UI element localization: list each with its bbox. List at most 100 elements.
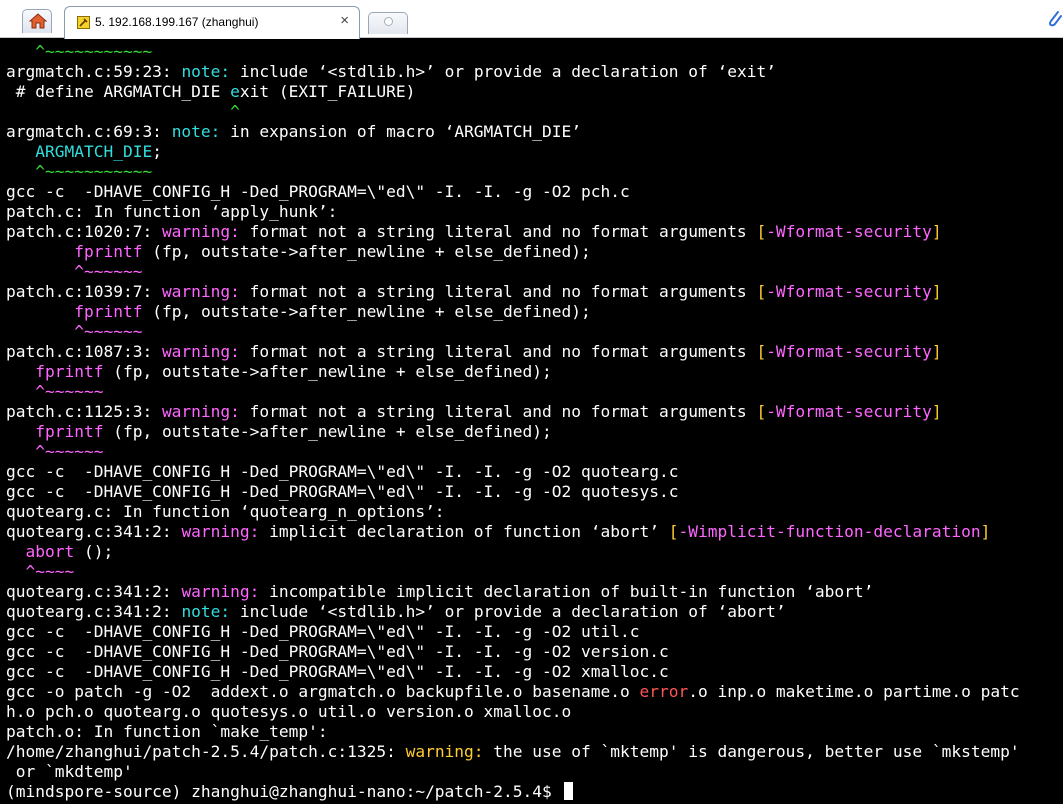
terminal-text: implicit declaration of function ‘abort’ [259,522,669,541]
terminal-line: gcc -c -DHAVE_CONFIG_H -Ded_PROGRAM=\"ed… [6,462,678,482]
terminal-text: patch.c:1087:3: [6,342,162,361]
terminal-line: patch.c:1125:3: warning: format not a st… [6,402,942,422]
terminal-text: ^~~~~~~~~~~~ [6,42,153,61]
terminal-text: warning: [161,342,240,361]
terminal-text: abort [25,542,75,561]
terminal-text: gcc -c -DHAVE_CONFIG_H -Ded_PROGRAM=\"ed… [6,622,640,641]
terminal-line: gcc -o patch -g -O2 addext.o argmatch.o … [6,682,1020,702]
terminal-output[interactable]: ^~~~~~~~~~~~ argmatch.c:59:23: note: incl… [0,38,1063,804]
terminal-text: (fp, outstate->after_newline + else_defi… [103,422,552,441]
terminal-text: ] [980,522,991,541]
terminal-text: ^~~~~~~ [6,262,143,281]
terminal-text: .o inp.o maketime.o partime.o patc [688,682,1020,701]
terminal-text: warning: [181,522,260,541]
terminal-text: -Wformat-security [766,402,932,421]
terminal-line: ^~~~~ [6,562,74,582]
terminal-line: ^ [6,102,240,122]
home-icon [29,13,47,29]
terminal-line: /home/zhanghui/patch-2.5.4/patch.c:1325:… [6,742,1020,762]
terminal-line: ^~~~~~~ [6,262,142,282]
terminal-text: error [639,682,689,701]
terminal-line: quotearg.c:341:2: warning: incompatible … [6,582,873,602]
terminal-text: warning: [161,222,240,241]
terminal-text: warning: [161,402,240,421]
terminal-text: /home/zhanghui/patch-2.5.4/patch.c:1325: [6,742,406,761]
terminal-line: or `mkdtemp' [6,762,133,782]
terminal-text: quotearg.c:341:2: [6,582,182,601]
terminal-text: fprintf [74,242,143,261]
terminal-text: include ‘<stdlib.h>’ or provide a declar… [230,62,776,81]
terminal-text: gcc -o patch -g -O2 addext.o argmatch.o … [6,682,640,701]
terminal-cursor [563,782,573,800]
terminal-text: note: [171,122,221,141]
terminal-text: e [230,82,240,101]
terminal-text: warning: [181,582,260,601]
terminal-text: patch.o: In function `make_temp': [6,722,328,741]
terminal-text: quotearg.c:341:2: [6,602,182,621]
terminal-text: ] [931,342,942,361]
terminal-text: argmatch.c:59:23: [6,62,182,81]
terminal-text: [ [756,282,767,301]
terminal-line: quotearg.c: In function ‘quotearg_n_opti… [6,502,445,522]
terminal-line: patch.c:1087:3: warning: format not a st… [6,342,942,362]
terminal-line: patch.c:1020:7: warning: format not a st… [6,222,942,242]
terminal-text: gcc -c -DHAVE_CONFIG_H -Ded_PROGRAM=\"ed… [6,642,669,661]
terminal-text: [ [756,222,767,241]
terminal-text: the use of `mktemp' is dangerous, better… [483,742,1020,761]
terminal-text: fprintf [35,362,104,381]
home-button[interactable] [22,9,52,33]
terminal-text: gcc -c -DHAVE_CONFIG_H -Ded_PROGRAM=\"ed… [6,662,669,681]
new-tab-button[interactable] [368,12,408,34]
terminal-text: fprintf [74,302,143,321]
terminal-line: argmatch.c:59:23: note: include ‘<stdlib… [6,62,776,82]
terminal-text: (fp, outstate->after_newline + else_defi… [142,242,591,261]
terminal-text: (fp, outstate->after_newline + else_defi… [103,362,552,381]
terminal-line: gcc -c -DHAVE_CONFIG_H -Ded_PROGRAM=\"ed… [6,482,678,502]
terminal-text: ] [931,222,942,241]
terminal-line: gcc -c -DHAVE_CONFIG_H -Ded_PROGRAM=\"ed… [6,622,639,642]
new-tab-icon [384,17,393,26]
terminal-text: format not a string literal and no forma… [239,342,757,361]
terminal-text: ] [931,282,942,301]
terminal-text: (); [74,542,114,561]
terminal-text: format not a string literal and no forma… [239,402,757,421]
terminal-text: patch.c:1125:3: [6,402,162,421]
paperclip-icon[interactable] [1046,8,1063,32]
terminal-text: gcc -c -DHAVE_CONFIG_H -Ded_PROGRAM=\"ed… [6,462,679,481]
terminal-text: warning: [161,282,240,301]
terminal-line: ^~~~~~~ [6,442,103,462]
terminal-text: in expansion of macro ‘ARGMATCH_DIE’ [220,122,582,141]
tab-session[interactable]: 5. 192.168.199.167 (zhanghui) × [64,6,360,39]
terminal-line: gcc -c -DHAVE_CONFIG_H -Ded_PROGRAM=\"ed… [6,182,630,202]
tab-title: 5. 192.168.199.167 (zhanghui) [95,15,259,29]
terminal-line: ^~~~~~~ [6,322,142,342]
terminal-text: gcc -c -DHAVE_CONFIG_H -Ded_PROGRAM=\"ed… [6,182,630,201]
terminal-text: [ [756,342,767,361]
terminal-line: fprintf (fp, outstate->after_newline + e… [6,422,552,442]
terminal-text: include ‘<stdlib.h>’ or provide a declar… [230,602,786,621]
terminal-line: (mindspore-source) zhanghui@zhanghui-nan… [6,782,573,802]
terminal-line: patch.c: In function ‘apply_hunk’: [6,202,337,222]
terminal-text: xit (EXIT_FAILURE) [239,82,416,101]
terminal-text: ; [152,142,162,161]
terminal-text: -Wformat-security [766,342,932,361]
terminal-line: patch.o: In function `make_temp': [6,722,328,742]
terminal-text: ^~~~~~~ [6,322,143,341]
terminal-text: fprintf [35,422,104,441]
terminal-line: ARGMATCH_DIE; [6,142,162,162]
terminal-line: fprintf (fp, outstate->after_newline + e… [6,362,552,382]
terminal-line: patch.c:1039:7: warning: format not a st… [6,282,942,302]
terminal-text: format not a string literal and no forma… [239,222,757,241]
terminal-text: ^~~~~~~ [6,382,104,401]
terminal-text: argmatch.c:69:3: [6,122,172,141]
terminal-text: -Wformat-security [766,282,932,301]
close-tab-icon[interactable]: × [340,12,349,29]
ssh-session-icon [77,16,90,29]
terminal-text: incompatible implicit declaration of bui… [259,582,874,601]
terminal-line: abort (); [6,542,114,562]
terminal-text: ^ [6,102,240,121]
